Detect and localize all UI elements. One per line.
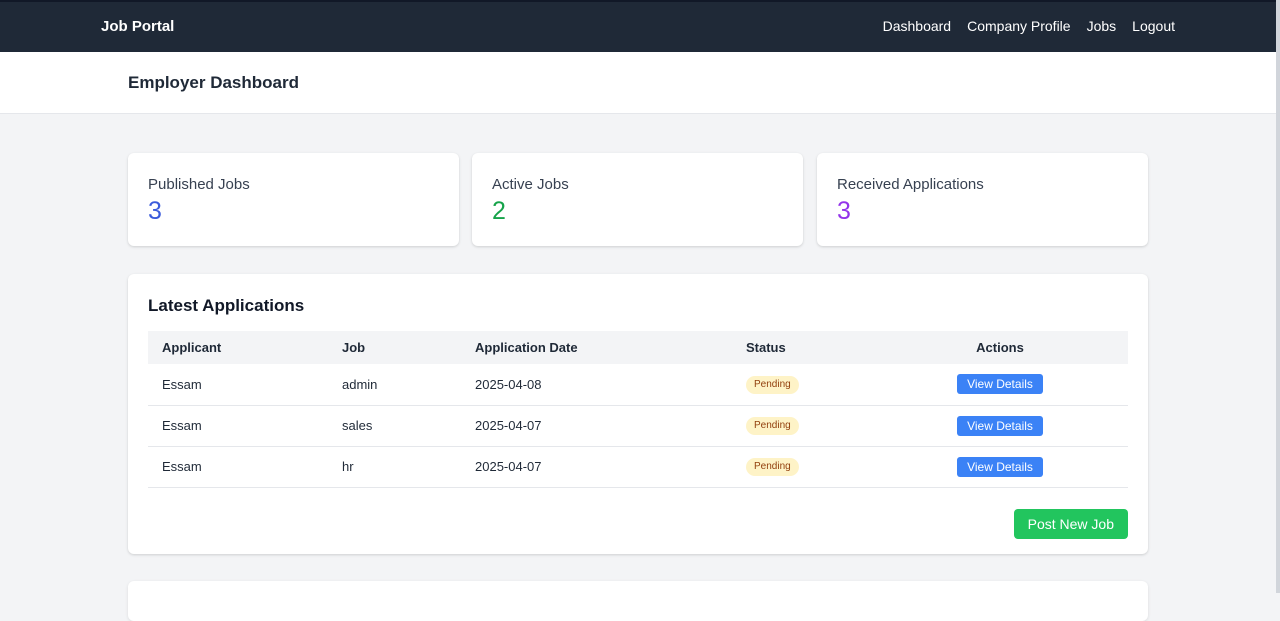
- post-new-job-button[interactable]: Post New Job: [1013, 509, 1128, 539]
- status-badge: Pending: [746, 458, 799, 476]
- table-row: Essam hr 2025-04-07 Pending View Details: [148, 446, 1128, 487]
- status-cell: Pending: [732, 405, 872, 446]
- job-cell: sales: [342, 418, 373, 433]
- date-cell: 2025-04-07: [475, 418, 542, 433]
- stat-card-received-applications: Received Applications 3: [817, 153, 1148, 246]
- page-scrollbar[interactable]: [1276, 0, 1280, 593]
- actions-cell: View Details: [872, 364, 1128, 405]
- actions-cell: View Details: [872, 405, 1128, 446]
- view-details-button[interactable]: View Details: [957, 374, 1043, 395]
- column-header-date: Application Date: [475, 340, 578, 355]
- column-header-actions: Actions: [976, 340, 1024, 355]
- date-cell: 2025-04-08: [475, 376, 542, 392]
- nav-link-logout[interactable]: Logout: [1132, 18, 1175, 34]
- view-details-button[interactable]: View Details: [957, 456, 1043, 477]
- stat-label: Published Jobs: [148, 176, 250, 193]
- applicant-cell: Essam: [162, 459, 202, 474]
- job-cell: admin: [342, 376, 378, 392]
- view-details-button[interactable]: View Details: [957, 415, 1043, 436]
- column-header-job: Job: [342, 340, 366, 355]
- applicant-cell: Essam: [162, 418, 202, 433]
- table-row: Essam admin 2025-04-08 Pending View Deta…: [148, 364, 1128, 405]
- column-header-status: Status: [746, 340, 786, 355]
- nav-link-jobs[interactable]: Jobs: [1087, 18, 1117, 34]
- latest-applications-card: Latest Applications Applicant Job Applic…: [128, 274, 1148, 554]
- stat-card-published-jobs: Published Jobs 3: [128, 153, 459, 246]
- page-header: Employer Dashboard: [0, 52, 1280, 114]
- page-title: Employer Dashboard: [128, 73, 299, 92]
- stat-label: Active Jobs: [492, 176, 569, 193]
- stat-value: 3: [148, 197, 162, 225]
- brand-logo[interactable]: Job Portal: [101, 18, 174, 35]
- section-title: Latest Applications: [148, 296, 305, 315]
- actions-cell: View Details: [872, 446, 1128, 487]
- status-cell: Pending: [732, 364, 872, 405]
- applicant-cell: Essam: [162, 376, 202, 392]
- stats-row: Published Jobs 3 Active Jobs 2 Received …: [128, 153, 1148, 246]
- date-cell: 2025-04-07: [475, 459, 542, 474]
- table-header-row: Applicant Job Application Date Status Ac…: [148, 331, 1128, 364]
- stat-value: 2: [492, 197, 506, 225]
- table-row: Essam sales 2025-04-07 Pending View Deta…: [148, 405, 1128, 446]
- nav-links: Dashboard Company Profile Jobs Logout: [883, 18, 1175, 34]
- status-cell: Pending: [732, 446, 872, 487]
- job-cell: hr: [342, 459, 354, 474]
- status-badge: Pending: [746, 417, 799, 435]
- nav-link-dashboard[interactable]: Dashboard: [883, 18, 952, 34]
- column-header-applicant: Applicant: [162, 340, 222, 355]
- stat-value: 3: [837, 197, 851, 225]
- status-badge: Pending: [746, 375, 799, 394]
- stat-card-active-jobs: Active Jobs 2: [472, 153, 803, 246]
- top-navbar: Job Portal Dashboard Company Profile Job…: [0, 0, 1280, 52]
- nav-link-company-profile[interactable]: Company Profile: [967, 18, 1071, 34]
- applications-table: Applicant Job Application Date Status Ac…: [148, 331, 1128, 488]
- stat-label: Received Applications: [837, 176, 984, 193]
- next-section-card: [128, 581, 1148, 621]
